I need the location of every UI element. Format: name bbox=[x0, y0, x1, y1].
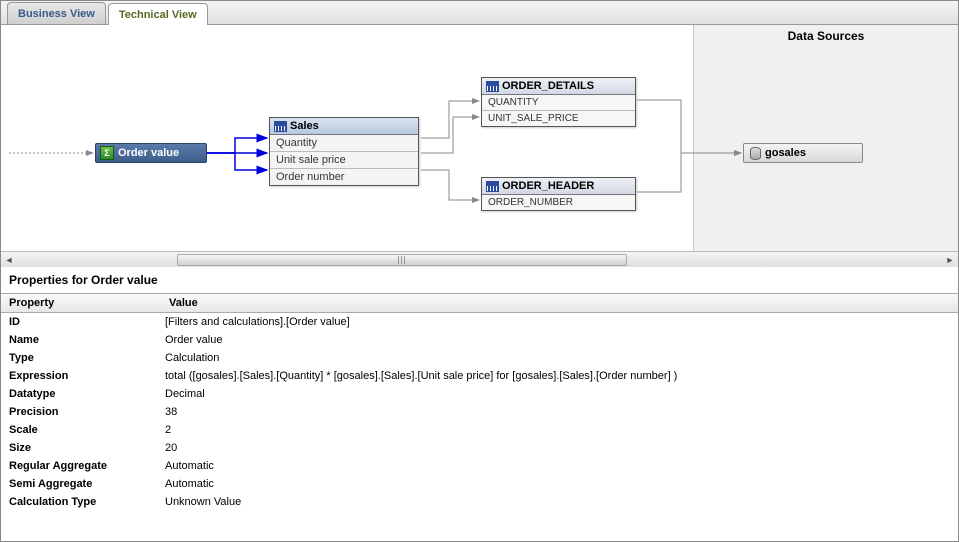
property-value: Decimal bbox=[161, 387, 209, 401]
property-value: total ([gosales].[Sales].[Quantity] * [g… bbox=[161, 369, 681, 383]
table-icon bbox=[486, 181, 499, 192]
node-order-header-title-text: ORDER_HEADER bbox=[502, 180, 594, 192]
property-key: Datatype bbox=[1, 387, 161, 401]
property-value: 38 bbox=[161, 405, 181, 419]
property-key: Name bbox=[1, 333, 161, 347]
property-row: DatatypeDecimal bbox=[1, 385, 958, 403]
property-key: Semi Aggregate bbox=[1, 477, 161, 491]
node-sales-row[interactable]: Unit sale price bbox=[270, 152, 418, 169]
data-sources-title: Data Sources bbox=[694, 25, 958, 43]
property-row: Calculation TypeUnknown Value bbox=[1, 493, 958, 511]
node-order-details-row[interactable]: UNIT_SALE_PRICE bbox=[482, 111, 635, 126]
node-gosales-label: gosales bbox=[765, 147, 806, 159]
table-icon bbox=[486, 81, 499, 92]
property-row: NameOrder value bbox=[1, 331, 958, 349]
property-value: 2 bbox=[161, 423, 175, 437]
node-order-header-row[interactable]: ORDER_NUMBER bbox=[482, 195, 635, 210]
data-sources-panel: Data Sources bbox=[693, 25, 958, 251]
node-gosales[interactable]: gosales bbox=[743, 143, 863, 163]
property-value: [Filters and calculations].[Order value] bbox=[161, 315, 354, 329]
scroll-right-button[interactable]: ► bbox=[942, 253, 958, 267]
node-sales[interactable]: Sales Quantity Unit sale price Order num… bbox=[269, 117, 419, 186]
property-key: Scale bbox=[1, 423, 161, 437]
query-subject-icon bbox=[274, 121, 287, 132]
property-key: Calculation Type bbox=[1, 495, 161, 509]
properties-header-property: Property bbox=[1, 294, 161, 312]
node-order-value-label: Order value bbox=[118, 147, 179, 159]
node-order-details-title: ORDER_DETAILS bbox=[482, 78, 635, 95]
property-row: Size20 bbox=[1, 439, 958, 457]
property-key: Precision bbox=[1, 405, 161, 419]
property-row: Precision38 bbox=[1, 403, 958, 421]
property-key: ID bbox=[1, 315, 161, 329]
property-value: Order value bbox=[161, 333, 226, 347]
property-row: Semi AggregateAutomatic bbox=[1, 475, 958, 493]
properties-body: ID[Filters and calculations].[Order valu… bbox=[1, 313, 958, 511]
property-row: Expressiontotal ([gosales].[Sales].[Quan… bbox=[1, 367, 958, 385]
property-key: Regular Aggregate bbox=[1, 459, 161, 473]
database-icon bbox=[750, 147, 761, 160]
property-row: Scale2 bbox=[1, 421, 958, 439]
node-sales-row[interactable]: Order number bbox=[270, 169, 418, 185]
tab-strip: Business View Technical View bbox=[1, 1, 958, 25]
property-key: Expression bbox=[1, 369, 161, 383]
tab-business-view[interactable]: Business View bbox=[7, 2, 106, 24]
scroll-left-button[interactable]: ◄ bbox=[1, 253, 17, 267]
node-order-value[interactable]: Σ Order value bbox=[95, 143, 207, 163]
scroll-thumb[interactable] bbox=[177, 254, 627, 266]
property-row: Regular AggregateAutomatic bbox=[1, 457, 958, 475]
property-row: ID[Filters and calculations].[Order valu… bbox=[1, 313, 958, 331]
property-value: Automatic bbox=[161, 459, 218, 473]
property-row: TypeCalculation bbox=[1, 349, 958, 367]
tab-technical-view[interactable]: Technical View bbox=[108, 3, 208, 25]
node-sales-title-text: Sales bbox=[290, 120, 319, 132]
property-value: Automatic bbox=[161, 477, 218, 491]
scroll-track[interactable] bbox=[17, 253, 942, 267]
property-value: Unknown Value bbox=[161, 495, 245, 509]
node-order-header-title: ORDER_HEADER bbox=[482, 178, 635, 195]
calculation-icon: Σ bbox=[100, 146, 114, 160]
node-order-details[interactable]: ORDER_DETAILS QUANTITY UNIT_SALE_PRICE bbox=[481, 77, 636, 127]
property-value: 20 bbox=[161, 441, 181, 455]
canvas-horizontal-scrollbar[interactable]: ◄ ► bbox=[1, 251, 958, 267]
node-sales-row[interactable]: Quantity bbox=[270, 135, 418, 152]
properties-header: Property Value bbox=[1, 293, 958, 313]
node-order-details-row[interactable]: QUANTITY bbox=[482, 95, 635, 111]
node-order-header[interactable]: ORDER_HEADER ORDER_NUMBER bbox=[481, 177, 636, 211]
node-order-details-title-text: ORDER_DETAILS bbox=[502, 80, 594, 92]
thumb-grip-icon bbox=[398, 256, 407, 264]
node-sales-title: Sales bbox=[270, 118, 418, 135]
lineage-canvas[interactable]: Data Sources Σ Order value bbox=[1, 25, 958, 251]
property-key: Type bbox=[1, 351, 161, 365]
properties-header-value: Value bbox=[161, 294, 206, 312]
property-value: Calculation bbox=[161, 351, 223, 365]
property-key: Size bbox=[1, 441, 161, 455]
properties-title: Properties for Order value bbox=[1, 267, 958, 293]
